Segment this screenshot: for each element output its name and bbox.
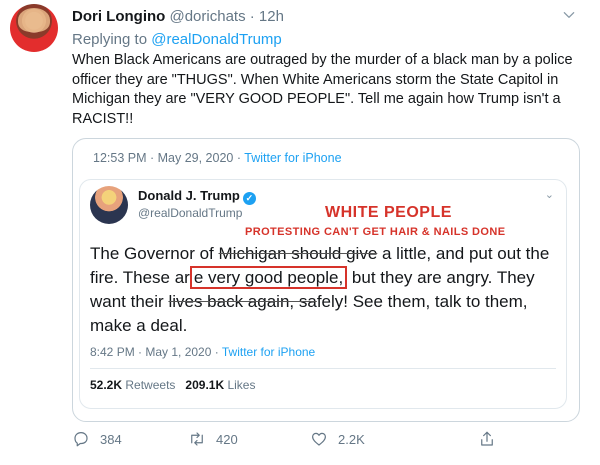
highlight-box: e very good people, <box>189 266 348 289</box>
author-handle[interactable]: @dorichats <box>169 8 245 25</box>
reply-icon <box>74 432 88 447</box>
action-bar: 384 420 2.2K <box>72 430 572 454</box>
quoted-timestamp: 12:53 PM · May 29, 2020 · <box>93 151 241 165</box>
embedded-text: The Governor of Michigan should give a l… <box>90 244 550 335</box>
embedded-screenshot: Donald J. Trump ✓ @realDonaldTrump ⌄ WHIT… <box>79 179 567 409</box>
embedded-avatar <box>90 186 128 224</box>
author-name[interactable]: Dori Longino <box>72 8 165 25</box>
share-button[interactable] <box>478 430 506 448</box>
embedded-timestamp: 8:42 PM · May 1, 2020 · <box>90 345 219 359</box>
embedded-stats: 52.2K Retweets 209.1K Likes <box>90 378 256 392</box>
like-count: 209.1K <box>185 378 225 392</box>
retweet-icon <box>191 432 203 446</box>
like-button[interactable]: 2.2K <box>310 430 365 448</box>
embedded-chevron-icon: ⌄ <box>544 189 554 201</box>
embedded-source: Twitter for iPhone <box>221 345 316 359</box>
reply-button[interactable]: 384 <box>72 430 122 448</box>
separator: · <box>249 8 255 25</box>
retweet-count: 52.2K <box>90 378 123 392</box>
annotation-title: WHITE PEOPLE <box>325 204 452 221</box>
tweet-header: Dori Longino @dorichats · 12h <box>72 8 284 25</box>
share-icon <box>481 431 493 446</box>
quoted-source[interactable]: Twitter for iPhone <box>244 151 341 165</box>
annotation-subtitle: PROTESTING CAN'T GET HAIR & NAILS DONE <box>245 226 506 238</box>
embedded-author-name: Donald J. Trump ✓ <box>138 188 256 205</box>
replying-prefix: Replying to <box>72 31 148 48</box>
replying-to: Replying to @realDonaldTrump <box>72 31 282 48</box>
heart-icon <box>312 432 326 446</box>
tweet-text: When Black Americans are outraged by the… <box>72 52 573 127</box>
retweet-count: 420 <box>216 431 238 447</box>
verified-icon: ✓ <box>242 192 256 205</box>
embedded-author-handle: @realDonaldTrump <box>138 206 243 220</box>
time-ago[interactable]: 12h <box>259 8 284 25</box>
chevron-down-icon[interactable] <box>562 8 576 22</box>
quoted-meta: 12:53 PM · May 29, 2020 · Twitter for iP… <box>93 151 342 165</box>
like-count: 2.2K <box>338 431 365 447</box>
mention-link[interactable]: @realDonaldTrump <box>151 31 282 48</box>
quoted-tweet[interactable]: 12:53 PM · May 29, 2020 · Twitter for iP… <box>72 138 580 422</box>
reply-count: 384 <box>100 431 122 447</box>
avatar[interactable] <box>10 4 58 52</box>
divider <box>90 368 556 369</box>
embedded-meta: 8:42 PM · May 1, 2020 · Twitter for iPho… <box>90 345 315 359</box>
retweet-button[interactable]: 420 <box>188 430 238 448</box>
